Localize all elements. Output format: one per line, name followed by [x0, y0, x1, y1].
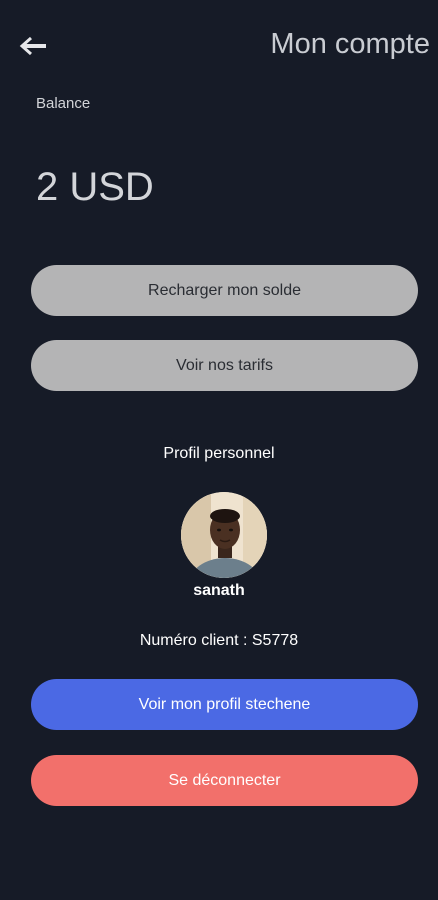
- balance-label: Balance: [36, 95, 91, 112]
- client-number: Numéro client : S5778: [139, 632, 299, 649]
- avatar-photo: [181, 492, 267, 578]
- username: sanath: [193, 582, 245, 599]
- avatar: [181, 492, 267, 578]
- account-screen: Mon compte Balance 2 USD Recharger mon s…: [0, 0, 438, 900]
- arrow-left-icon: [19, 36, 46, 56]
- profile-section-title: Profil personnel: [163, 445, 275, 462]
- back-button[interactable]: [18, 32, 48, 60]
- page-title: Mon compte: [270, 28, 430, 60]
- view-profile-button[interactable]: Voir mon profil stechene: [31, 679, 418, 730]
- view-rates-button[interactable]: Voir nos tarifs: [31, 340, 418, 391]
- recharge-balance-button[interactable]: Recharger mon solde: [31, 265, 418, 316]
- logout-button[interactable]: Se déconnecter: [31, 755, 418, 806]
- balance-value: 2 USD: [36, 165, 154, 209]
